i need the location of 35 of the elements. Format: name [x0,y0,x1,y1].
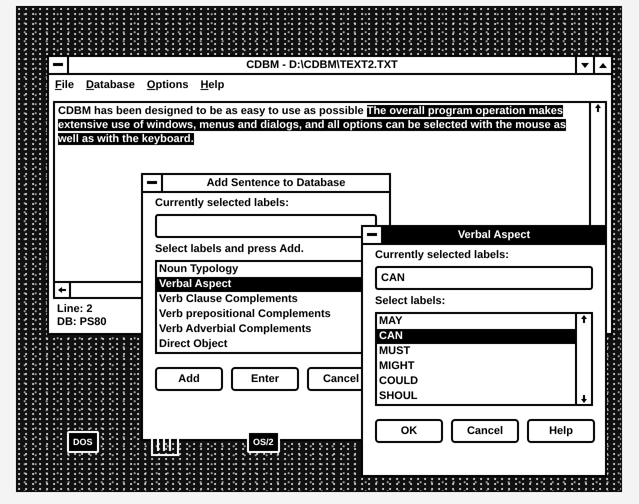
list-label: Select labels and press Add. [155,243,305,255]
window-title: Verbal Aspect [456,229,532,241]
desktop-icon[interactable]: DOS [67,431,99,453]
field-label: Currently selected labels: [375,249,510,261]
list-item[interactable]: COULD [377,374,575,389]
list-item[interactable]: CAN [377,329,575,344]
field-label: Currently selected labels: [155,197,290,209]
list-item[interactable]: MIGHT [377,359,575,374]
list-item[interactable]: MUST [377,344,575,359]
menu-item[interactable]: Help [200,79,224,91]
input-field[interactable] [155,214,377,238]
system-menu-button[interactable] [363,227,383,243]
dialog-button[interactable]: OK [375,419,443,443]
list-item[interactable]: SHOUL [377,389,575,404]
up-triangle-icon [599,62,607,68]
window-title: Add Sentence to Database [206,177,346,189]
dash-icon [147,181,157,185]
menu-item[interactable]: Options [146,79,188,91]
window-title: CDBM - D:\CDBM\TEXT2.TXT [245,59,399,71]
dialog-button[interactable]: Help [527,419,595,443]
list-label: Select labels: [375,295,446,307]
desktop-icon[interactable]: OS/2 [247,431,280,453]
menu-item[interactable]: Database [86,79,135,91]
status-text: Line: 2 [57,303,92,316]
status-text: DB: PS80 [57,316,107,329]
left-arrow-icon [57,286,67,294]
input-field[interactable]: CAN [375,266,593,290]
menu-item[interactable]: File [55,79,74,91]
dialog-button[interactable]: Cancel [451,419,519,443]
dialog-button[interactable]: Add [155,367,223,391]
list-item[interactable]: MAY [377,314,575,329]
dash-icon [53,63,63,67]
dash-icon [367,233,377,237]
down-triangle-icon [581,62,589,68]
dialog-button[interactable]: Enter [231,367,299,391]
